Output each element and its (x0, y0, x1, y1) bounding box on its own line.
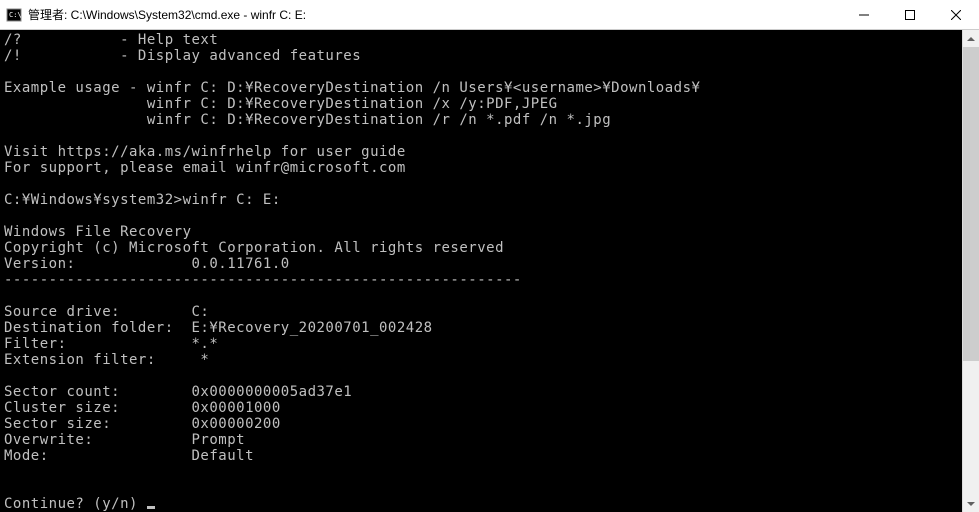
window-titlebar: C:\ 管理者: C:\Windows\System32\cmd.exe - w… (0, 0, 979, 30)
terminal-output[interactable]: /? - Help text /! - Display advanced fea… (0, 30, 962, 512)
terminal-line: Continue? (y/n) (4, 496, 147, 512)
scroll-up-arrow-icon[interactable] (963, 30, 979, 47)
terminal-line: Overwrite: Prompt (4, 432, 245, 448)
window-title: 管理者: C:\Windows\System32\cmd.exe - winfr… (28, 6, 841, 23)
terminal-line: ----------------------------------------… (4, 272, 522, 288)
terminal-line: winfr C: D:¥RecoveryDestination /r /n *.… (4, 112, 611, 128)
close-button[interactable] (933, 0, 979, 29)
terminal-line: Sector count: 0x0000000005ad37e1 (4, 384, 352, 400)
terminal-line: Mode: Default (4, 448, 254, 464)
scroll-down-arrow-icon[interactable] (963, 495, 979, 512)
terminal-line: Source drive: C: (4, 304, 209, 320)
scroll-thumb[interactable] (963, 47, 979, 361)
text-cursor (147, 506, 155, 509)
terminal-line: C:¥Windows¥system32>winfr C: E: (4, 192, 281, 208)
terminal-line: Example usage - winfr C: D:¥RecoveryDest… (4, 80, 700, 96)
terminal-line: winfr C: D:¥RecoveryDestination /x /y:PD… (4, 96, 558, 112)
terminal-line: Extension filter: * (4, 352, 209, 368)
terminal-line: /? - Help text (4, 32, 218, 48)
terminal-line: For support, please email winfr@microsof… (4, 160, 406, 176)
terminal-line: /! - Display advanced features (4, 48, 361, 64)
terminal-line: Sector size: 0x00000200 (4, 416, 281, 432)
cmd-icon: C:\ (6, 7, 22, 23)
window-controls (841, 0, 979, 29)
minimize-button[interactable] (841, 0, 887, 29)
terminal-line: Copyright (c) Microsoft Corporation. All… (4, 240, 504, 256)
terminal-line: Version: 0.0.11761.0 (4, 256, 290, 272)
terminal-line: Filter: *.* (4, 336, 218, 352)
maximize-button[interactable] (887, 0, 933, 29)
vertical-scrollbar[interactable] (962, 30, 979, 512)
svg-text:C:\: C:\ (9, 11, 22, 19)
terminal-line: Visit https://aka.ms/winfrhelp for user … (4, 144, 406, 160)
terminal-line: Destination folder: E:¥Recovery_20200701… (4, 320, 433, 336)
terminal-line: Cluster size: 0x00001000 (4, 400, 281, 416)
scroll-track[interactable] (963, 47, 979, 495)
terminal-line: Windows File Recovery (4, 224, 192, 240)
terminal-container: /? - Help text /! - Display advanced fea… (0, 30, 979, 512)
